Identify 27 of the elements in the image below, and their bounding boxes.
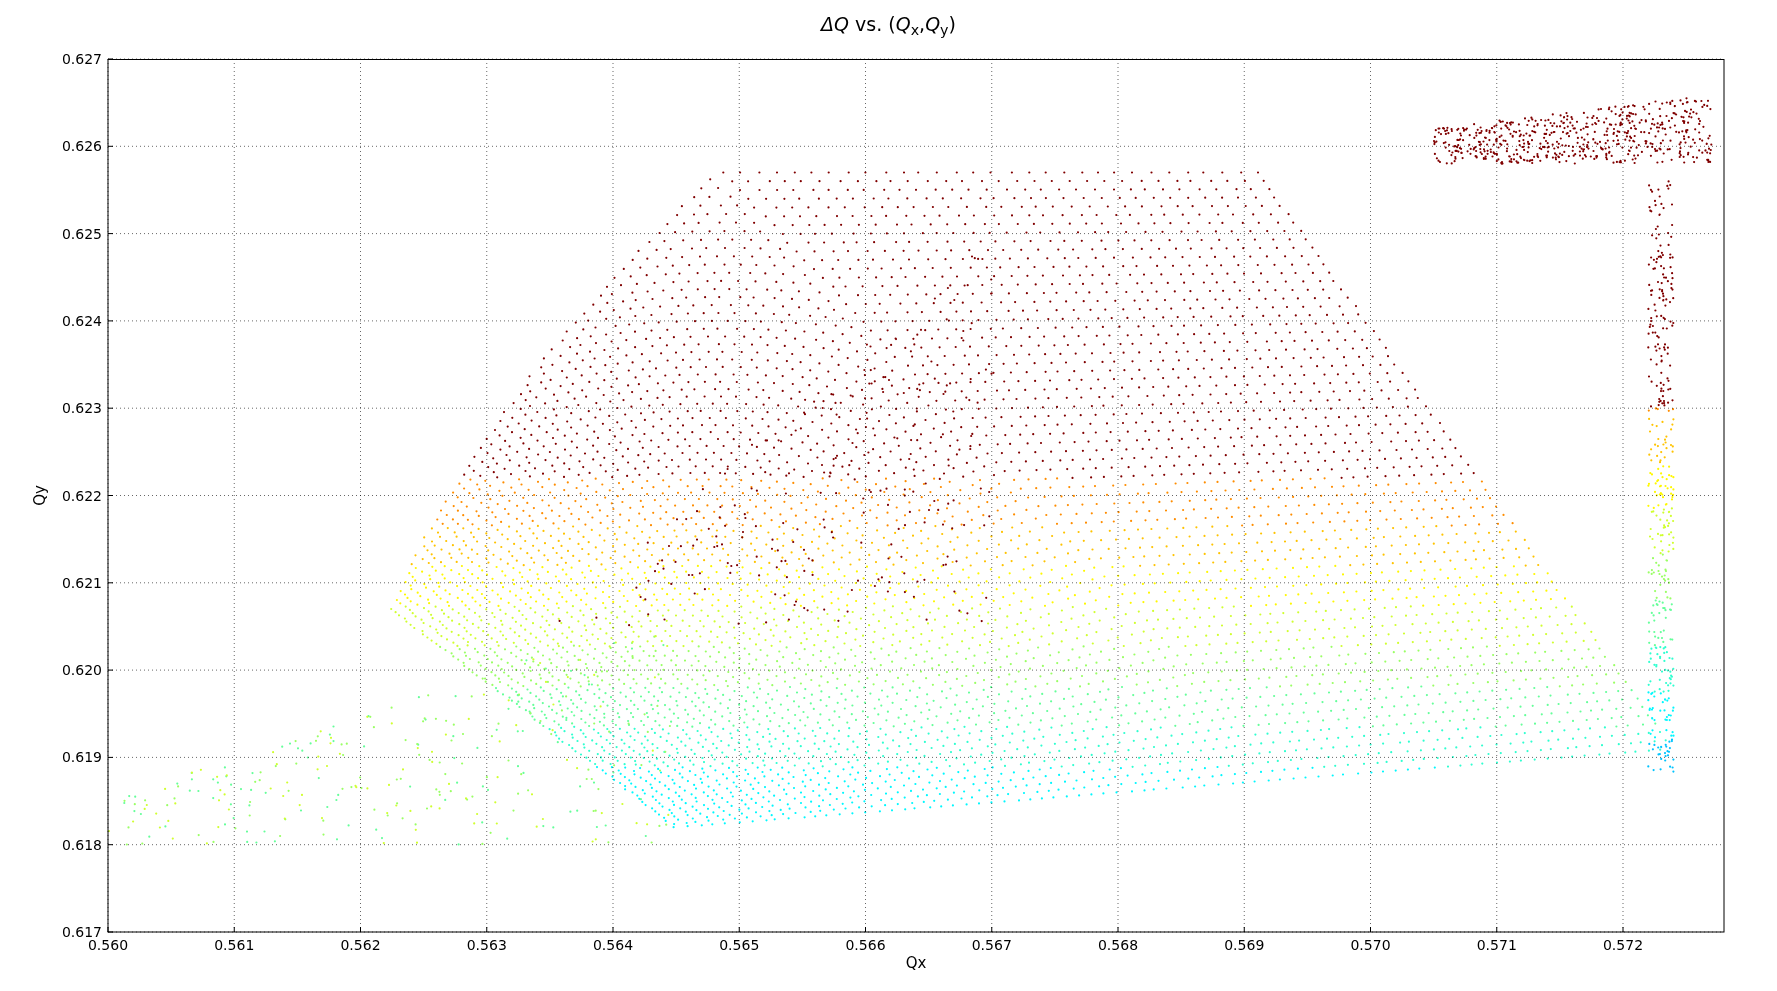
y-tick-label: 0.624: [61, 312, 102, 329]
y-axis-label: Qy: [31, 485, 49, 506]
x-tick-label: 0.567: [971, 937, 1012, 953]
x-tick-label: 0.569: [1224, 937, 1265, 953]
x-tick-label: 0.565: [719, 937, 760, 953]
x-tick-label: 0.568: [1097, 937, 1139, 953]
y-tick-label: 0.617: [61, 924, 102, 940]
y-tick-label: 0.620: [61, 662, 102, 679]
y-tick-label: 0.621: [61, 574, 102, 591]
y-tick-label: 0.623: [61, 400, 102, 417]
x-tick-label: 0.564: [592, 937, 634, 953]
x-tick-label: 0.563: [466, 937, 507, 953]
y-tick-label: 0.627: [61, 51, 102, 67]
x-tick-label: 0.560: [87, 937, 129, 953]
y-tick-label: 0.622: [61, 487, 102, 504]
x-tick-label: 0.570: [1350, 937, 1391, 953]
y-tick-label: 0.618: [61, 836, 102, 853]
x-tick-label: 0.566: [845, 937, 886, 953]
x-tick-label: 0.571: [1476, 937, 1517, 953]
x-axis-label: Qx: [905, 954, 927, 972]
x-tick-label: 0.561: [214, 937, 255, 953]
x-tick-label: 0.562: [340, 937, 381, 953]
y-tick-label: 0.625: [61, 225, 102, 242]
x-tick-label: 0.572: [1602, 937, 1644, 953]
y-tick-label: 0.626: [61, 138, 102, 155]
y-tick-label: 0.619: [61, 749, 102, 766]
chart-title: ΔQ vs. (Q$_{x}$,Q$_{y}$): [821, 12, 956, 39]
